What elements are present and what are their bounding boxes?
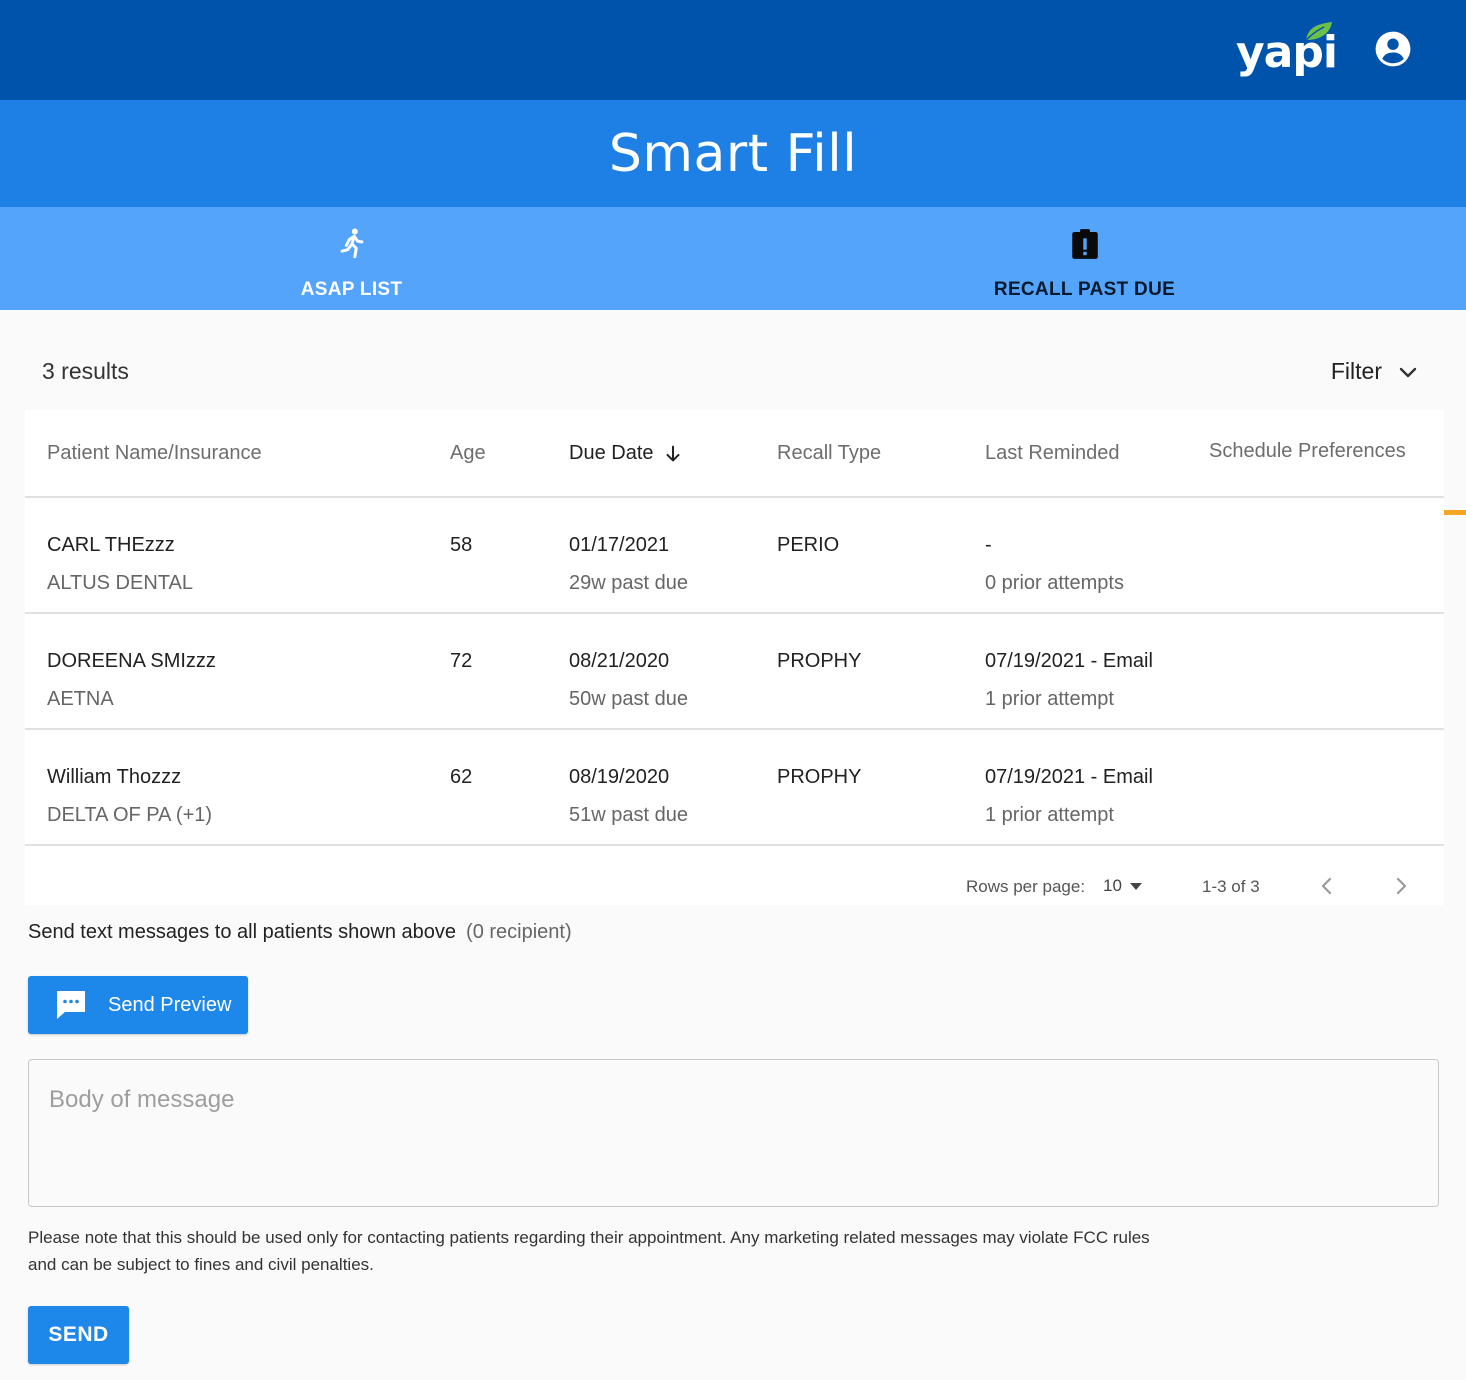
last-reminded: 07/19/2021 - Email — [985, 650, 1153, 672]
page-title: Smart Fill — [608, 123, 858, 184]
chevron-right-icon[interactable] — [1389, 874, 1413, 898]
recipient-count: (0 recipient) — [466, 921, 572, 943]
chevron-down-icon — [1399, 367, 1417, 377]
patient-name: CARL THEzzz — [47, 534, 175, 556]
tab-asap-list[interactable]: ASAP LIST — [0, 207, 703, 310]
column-header-age[interactable]: Age — [450, 442, 486, 465]
past-due: 51w past due — [569, 804, 688, 826]
pagination-range: 1-3 of 3 — [1202, 877, 1260, 896]
running-person-icon — [340, 228, 363, 259]
recall-type-cell: PROPHY — [777, 758, 861, 796]
due-date: 01/17/2021 — [569, 534, 670, 556]
title-bar: Smart Fill — [0, 100, 1466, 207]
due-date-cell: 01/17/2021 29w past due — [569, 526, 688, 602]
table-row[interactable]: William Thozzz DELTA OF PA (+1) 62 08/19… — [25, 730, 1444, 846]
notice-line-2: and can be subject to fines and civil pe… — [28, 1255, 374, 1274]
last-reminded: - — [985, 534, 992, 556]
tab-label: RECALL PAST DUE — [993, 279, 1176, 300]
column-header-recall-type[interactable]: Recall Type — [777, 442, 881, 465]
patient-cell: CARL THEzzz ALTUS DENTAL — [47, 526, 193, 602]
age-cell: 58 — [450, 526, 472, 564]
rows-per-page-select[interactable]: 10 — [1103, 876, 1144, 896]
tab-recall-past-due[interactable]: RECALL PAST DUE — [703, 207, 1466, 310]
patient-insurance: AETNA — [47, 688, 114, 710]
patient-name: William Thozzz — [47, 766, 182, 788]
filter-label: Filter — [1330, 358, 1382, 384]
recall-type: PROPHY — [777, 650, 862, 672]
table-header: Patient Name/Insurance Age Due Date Reca… — [25, 410, 1444, 498]
leaf-icon — [1305, 22, 1332, 41]
recall-type-cell: PERIO — [777, 526, 839, 564]
due-date: 08/21/2020 — [569, 650, 670, 672]
send-preview-button[interactable]: Send Preview — [28, 976, 248, 1034]
recall-type: PERIO — [777, 534, 840, 556]
table-pagination: Rows per page: 10 1-3 of 3 — [25, 850, 1444, 905]
fcc-notice: Please note that this should be used onl… — [28, 1224, 1178, 1278]
rows-per-page-value: 10 — [1103, 876, 1122, 895]
prior-attempts: 1 prior attempt — [985, 688, 1114, 710]
recall-type-cell: PROPHY — [777, 642, 861, 680]
tab-bar: ASAP LIST RECALL PAST DUE — [0, 207, 1466, 515]
past-due: 29w past due — [569, 572, 688, 594]
message-body-input[interactable] — [28, 1059, 1439, 1207]
recall-type: PROPHY — [777, 766, 862, 788]
patient-cell: William Thozzz DELTA OF PA (+1) — [47, 758, 212, 834]
send-button[interactable]: SEND — [28, 1306, 129, 1364]
patient-insurance: ALTUS DENTAL — [47, 572, 193, 594]
patient-age: 62 — [450, 766, 473, 788]
table-row[interactable]: DOREENA SMIzzz AETNA 72 08/21/2020 50w p… — [25, 614, 1444, 730]
send-preview-label: Send Preview — [108, 993, 232, 1016]
column-header-label: Due Date — [569, 442, 654, 464]
column-header-last-reminded[interactable]: Last Reminded — [985, 442, 1120, 465]
column-header-due-date[interactable]: Due Date — [569, 442, 684, 465]
due-date: 08/19/2020 — [569, 766, 670, 788]
patient-insurance: DELTA OF PA (+1) — [47, 804, 213, 826]
clipboard-alert-icon — [1071, 229, 1098, 259]
last-reminded-cell: 07/19/2021 - Email 1 prior attempt — [985, 758, 1153, 834]
last-reminded-cell: - 0 prior attempts — [985, 526, 1124, 602]
top-bar: yapi — [0, 0, 1466, 100]
send-all-info: Send text messages to all patients shown… — [28, 921, 572, 944]
chevron-left-icon[interactable] — [1315, 874, 1339, 898]
past-due: 50w past due — [569, 688, 688, 710]
table-row[interactable]: CARL THEzzz ALTUS DENTAL 58 01/17/2021 2… — [25, 498, 1444, 614]
column-header-patient[interactable]: Patient Name/Insurance — [47, 442, 262, 465]
due-date-cell: 08/19/2020 51w past due — [569, 758, 688, 834]
filter-dropdown[interactable]: Filter — [1331, 358, 1420, 385]
column-header-schedule-preferences[interactable]: Schedule Preferences — [1209, 440, 1406, 463]
rows-per-page-label: Rows per page: — [966, 877, 1086, 896]
tab-label: ASAP LIST — [300, 279, 403, 300]
yapi-logo[interactable]: yapi — [1232, 22, 1342, 82]
age-cell: 72 — [450, 642, 472, 680]
patient-cell: DOREENA SMIzzz AETNA — [47, 642, 216, 718]
patient-age: 58 — [450, 534, 473, 556]
age-cell: 62 — [450, 758, 472, 796]
due-date-cell: 08/21/2020 50w past due — [569, 642, 688, 718]
results-count: 3 results — [42, 358, 129, 384]
prior-attempts: 0 prior attempts — [985, 572, 1124, 594]
patient-name: DOREENA SMIzzz — [47, 650, 216, 672]
prior-attempts: 1 prior attempt — [985, 804, 1114, 826]
patient-age: 72 — [450, 650, 473, 672]
last-reminded-cell: 07/19/2021 - Email 1 prior attempt — [985, 642, 1153, 718]
notice-line-1: Please note that this should be used onl… — [28, 1228, 1150, 1247]
send-all-label: Send text messages to all patients shown… — [28, 921, 457, 943]
account-circle-icon[interactable] — [1374, 30, 1412, 68]
recall-table: Patient Name/Insurance Age Due Date Reca… — [25, 410, 1444, 905]
caret-down-icon — [1129, 883, 1142, 890]
chat-bubble-icon — [57, 991, 85, 1019]
last-reminded: 07/19/2021 - Email — [985, 766, 1153, 788]
arrow-down-icon — [665, 445, 680, 461]
